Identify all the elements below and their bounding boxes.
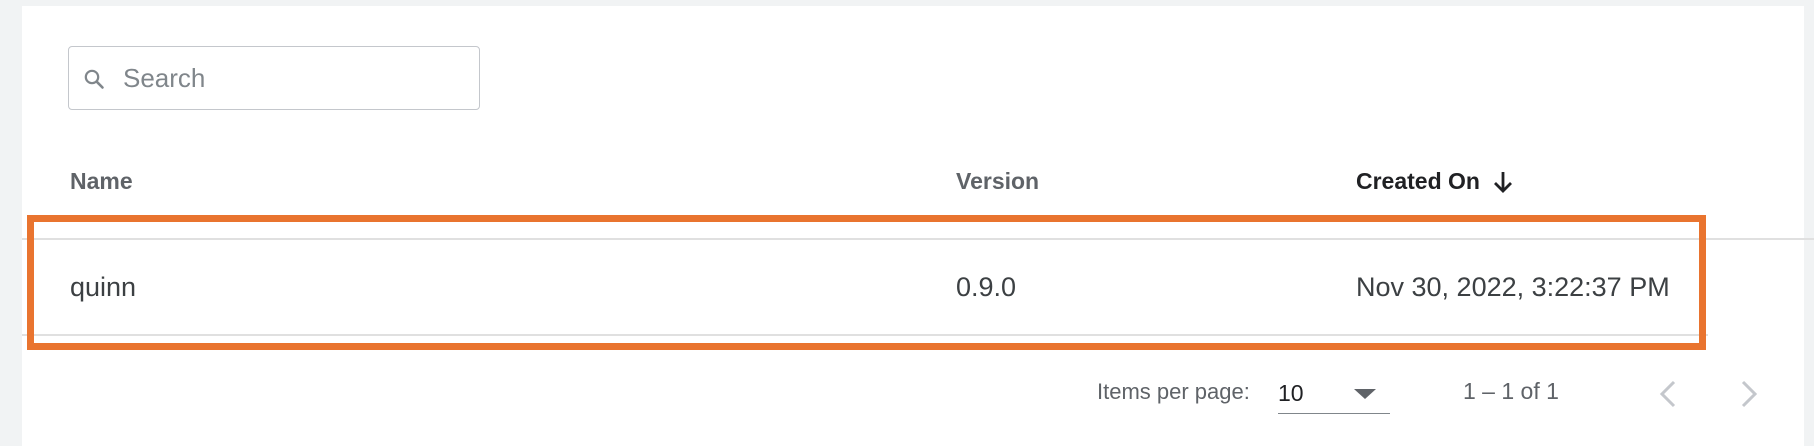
items-per-page-value: 10 xyxy=(1278,380,1304,406)
chevron-left-icon xyxy=(1659,380,1676,408)
arrow-down-icon xyxy=(1493,171,1512,193)
items-per-page-select[interactable]: 10 xyxy=(1278,372,1390,414)
column-header-created-on-label: Created On xyxy=(1356,168,1480,194)
column-header-name[interactable]: Name xyxy=(70,168,133,195)
search-input[interactable] xyxy=(123,47,463,109)
search-box[interactable] xyxy=(68,46,480,110)
search-icon xyxy=(84,69,104,89)
page-range-label: 1 – 1 of 1 xyxy=(1463,378,1559,404)
row-divider xyxy=(22,334,1708,336)
column-header-created-on[interactable]: Created On xyxy=(1356,168,1514,195)
column-header-version[interactable]: Version xyxy=(956,168,1039,195)
table-row[interactable]: quinn 0.9.0 Nov 30, 2022, 3:22:37 PM xyxy=(22,240,1708,334)
items-per-page-label: Items per page: xyxy=(1097,379,1250,404)
cell-name: quinn xyxy=(70,272,137,302)
cell-version: 0.9.0 xyxy=(956,272,1017,302)
next-page-button[interactable] xyxy=(1726,371,1772,417)
caret-down-icon xyxy=(1354,389,1376,399)
previous-page-button[interactable] xyxy=(1645,371,1691,417)
chevron-right-icon xyxy=(1741,380,1758,408)
cell-created-on: Nov 30, 2022, 3:22:37 PM xyxy=(1356,272,1670,302)
